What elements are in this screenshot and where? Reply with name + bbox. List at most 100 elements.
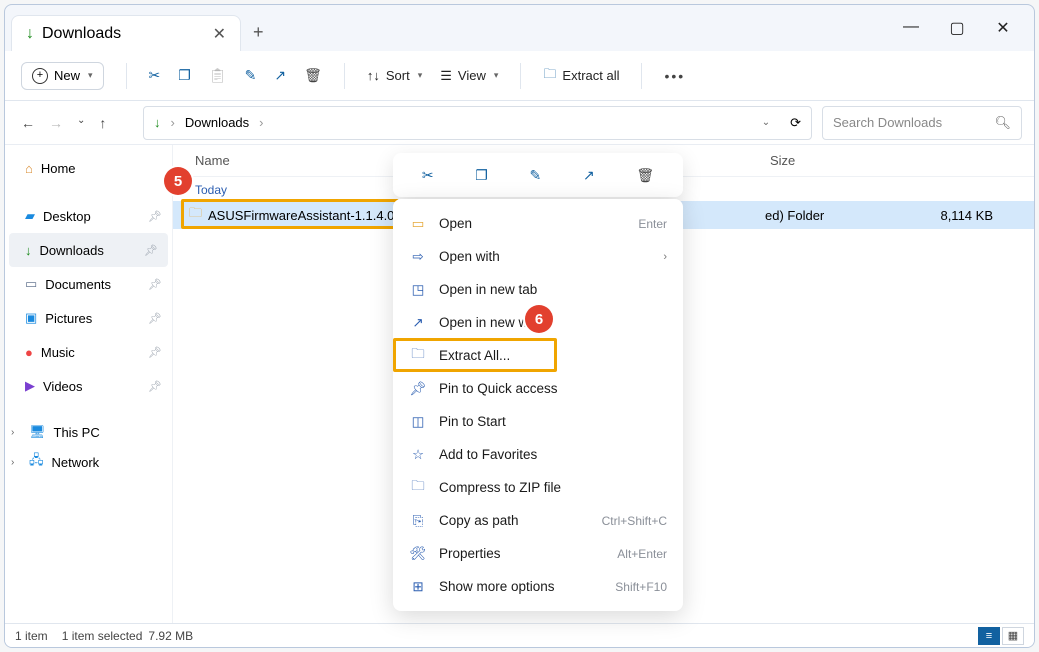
view-label: View (458, 68, 486, 83)
ctx-open-new-tab[interactable]: ◳ Open in new tab (393, 273, 683, 306)
ctx-pin-quick-access[interactable]: 📌︎ Pin to Quick access (393, 372, 683, 405)
sidebar-item-music[interactable]: ● Music 📌︎ (5, 335, 172, 369)
more-icon: ⊞ (409, 579, 427, 595)
pin-icon[interactable]: 📌︎ (148, 278, 162, 291)
view-button[interactable]: ☰ View ▾ (440, 68, 498, 84)
pin-icon[interactable]: 📌︎ (148, 312, 162, 325)
thumbnails-view-button[interactable]: ▦ (1002, 627, 1024, 645)
sidebar-item-videos[interactable]: ▶ Videos 📌︎ (5, 369, 172, 403)
pictures-icon: ▣ (25, 310, 37, 326)
refresh-icon[interactable]: ⟳ (790, 115, 801, 131)
chevron-down-icon: ▾ (418, 70, 423, 81)
recent-button[interactable]: ⌄ (77, 115, 85, 131)
tab-title: Downloads (42, 25, 121, 43)
share-icon[interactable]: ↗ (274, 67, 286, 84)
sort-button[interactable]: ↑↓ Sort ▾ (367, 68, 422, 83)
star-icon: ☆ (409, 447, 427, 463)
chevron-right-icon: › (663, 251, 667, 263)
sidebar-item-pictures[interactable]: ▣ Pictures 📌︎ (5, 301, 172, 335)
file-type: ed) Folder (765, 208, 909, 223)
delete-icon[interactable]: 🗑︎ (304, 67, 322, 84)
more-icon[interactable]: ••• (664, 68, 685, 84)
ctx-extract-all[interactable]: 🗀 Extract All... (393, 339, 683, 372)
file-list: Name Date modified ⌄ Type Size Today 🗀 A… (173, 145, 1034, 623)
ctx-pin-start[interactable]: ◫ Pin to Start (393, 405, 683, 438)
rename-icon[interactable]: ✎ (530, 167, 542, 184)
ctx-show-more[interactable]: ⊞ Show more options Shift+F10 (393, 570, 683, 603)
sidebar-label: Videos (43, 379, 83, 394)
mini-toolbar: ✂ ❐ ✎ ↗ 🗑︎ (393, 153, 683, 197)
sidebar-item-home[interactable]: ⌂ Home (5, 151, 172, 185)
address-dropdown-icon[interactable]: ⌄ (762, 117, 770, 128)
pin-icon: 📌︎ (409, 381, 427, 397)
pin-icon[interactable]: 📌︎ (148, 210, 162, 223)
videos-icon: ▶ (25, 378, 35, 394)
sidebar-item-thispc[interactable]: › 🖥︎ This PC (5, 417, 172, 447)
column-size[interactable]: Size (770, 153, 850, 168)
address-bar[interactable]: ↓ › Downloads › ⌄ ⟳ (143, 106, 812, 140)
download-icon: ↓ (25, 243, 32, 258)
sort-label: Sort (386, 68, 410, 83)
share-icon[interactable]: ↗ (583, 167, 595, 184)
delete-icon[interactable]: 🗑︎ (636, 167, 654, 184)
sidebar-item-documents[interactable]: ▭ Documents 📌︎ (5, 267, 172, 301)
details-view-button[interactable]: ≡ (978, 627, 1000, 645)
chevron-down-icon: ▾ (88, 70, 93, 81)
pin-icon[interactable]: 📌︎ (148, 380, 162, 393)
new-tab-button[interactable]: + (253, 22, 264, 43)
explorer-window: ↓ Downloads ✕ + — ▢ ✕ + New ▾ ✂ ❐ 📋︎ ✎ ↗… (4, 4, 1035, 648)
new-window-icon: ↗ (409, 315, 427, 331)
window-tab[interactable]: ↓ Downloads ✕ (11, 15, 241, 51)
command-bar: + New ▾ ✂ ❐ 📋︎ ✎ ↗ 🗑︎ ↑↓ Sort ▾ ☰ View ▾… (5, 51, 1034, 101)
status-selected: 1 item selected (62, 629, 143, 643)
separator (641, 63, 642, 89)
chevron-down-icon: ▾ (494, 70, 499, 81)
documents-icon: ▭ (25, 276, 37, 292)
pc-icon: 🖥︎ (29, 424, 46, 440)
minimize-button[interactable]: — (902, 18, 920, 38)
back-button[interactable]: ← (21, 115, 35, 131)
desktop-icon: ▰ (25, 208, 35, 224)
cut-icon[interactable]: ✂ (149, 67, 161, 84)
sidebar-item-desktop[interactable]: ▰ Desktop 📌︎ (5, 199, 172, 233)
ctx-compress-zip[interactable]: 🗀 Compress to ZIP file (393, 471, 683, 504)
ctx-open-with[interactable]: ⇨ Open with › (393, 240, 683, 273)
sidebar-item-network[interactable]: › 🖧︎ Network (5, 447, 172, 477)
close-window-button[interactable]: ✕ (994, 18, 1012, 38)
up-button[interactable]: ↑ (99, 115, 106, 131)
open-icon: ▭ (409, 216, 427, 232)
ctx-add-favorites[interactable]: ☆ Add to Favorites (393, 438, 683, 471)
cut-icon[interactable]: ✂ (422, 167, 434, 184)
chevron-right-icon[interactable]: › (11, 457, 21, 468)
annotation-badge: 6 (525, 305, 553, 333)
forward-button[interactable]: → (49, 115, 63, 131)
file-name: ASUSFirmwareAssistant-1.1.4.0 (208, 208, 394, 223)
close-tab-icon[interactable]: ✕ (213, 24, 226, 44)
separator (126, 63, 127, 89)
status-count: 1 item (15, 629, 48, 643)
annotation-badge: 5 (164, 167, 192, 195)
rename-icon[interactable]: ✎ (245, 67, 257, 84)
pin-icon[interactable]: 📌︎ (144, 244, 158, 257)
copy-icon[interactable]: ❐ (178, 67, 191, 84)
sidebar: ⌂ Home ▰ Desktop 📌︎ ↓ Downloads 📌︎ ▭ Doc… (5, 145, 173, 623)
copy-path-icon: ⎘ (409, 513, 427, 529)
search-input[interactable]: Search Downloads 🔍︎ (822, 106, 1022, 140)
pin-icon[interactable]: 📌︎ (148, 346, 162, 359)
breadcrumb-current[interactable]: Downloads (185, 115, 249, 130)
extract-all-button[interactable]: 🗀 Extract all (543, 65, 619, 87)
view-icon: ☰ (440, 68, 452, 84)
sort-icon: ↑↓ (367, 68, 380, 83)
ctx-copy-path[interactable]: ⎘ Copy as path Ctrl+Shift+C (393, 504, 683, 537)
sidebar-label: Home (41, 161, 76, 176)
new-button[interactable]: + New ▾ (21, 62, 104, 90)
maximize-button[interactable]: ▢ (948, 18, 966, 38)
copy-icon[interactable]: ❐ (475, 167, 488, 184)
tree-label: This PC (54, 425, 100, 440)
chevron-right-icon[interactable]: › (11, 427, 21, 438)
main-area: ⌂ Home ▰ Desktop 📌︎ ↓ Downloads 📌︎ ▭ Doc… (5, 145, 1034, 623)
ctx-open[interactable]: ▭ Open Enter (393, 207, 683, 240)
ctx-properties[interactable]: 🛠︎ Properties Alt+Enter (393, 537, 683, 570)
breadcrumb-sep: › (171, 115, 175, 130)
sidebar-item-downloads[interactable]: ↓ Downloads 📌︎ (9, 233, 168, 267)
